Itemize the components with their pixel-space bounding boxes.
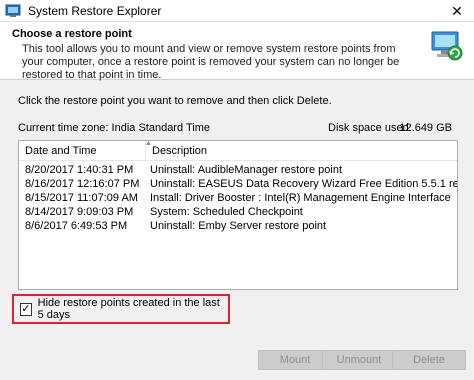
column-header-date-label: Date and Time: [25, 145, 97, 157]
restore-point-date: 8/15/2017 11:07:09 AM: [25, 192, 138, 204]
restore-point-date: 8/16/2017 12:16:07 PM: [25, 178, 140, 190]
list-header: Date and Time ▲ Description: [19, 140, 457, 161]
list-item[interactable]: 8/6/2017 6:49:53 PM Uninstall: Emby Serv…: [19, 219, 457, 233]
mount-button[interactable]: Mount: [258, 350, 332, 370]
restore-point-date: 8/6/2017 6:49:53 PM: [25, 220, 128, 232]
delete-button[interactable]: Delete: [392, 350, 466, 370]
hide-recent-highlight: ✓ Hide restore points created in the las…: [12, 294, 230, 324]
restore-points-list[interactable]: Date and Time ▲ Description 8/20/2017 1:…: [18, 140, 458, 290]
header-panel: Choose a restore point This tool allows …: [0, 22, 474, 81]
list-body: 8/20/2017 1:40:31 PM Uninstall: AudibleM…: [19, 161, 457, 233]
hide-recent-checkbox[interactable]: ✓: [20, 302, 32, 316]
timezone-label: Current time zone: India Standard Time: [18, 122, 210, 134]
column-header-description[interactable]: Description: [146, 141, 457, 161]
checkmark-icon: ✓: [21, 302, 31, 315]
unmount-button[interactable]: Unmount: [322, 350, 396, 370]
list-item[interactable]: 8/16/2017 12:16:07 PM Uninstall: EASEUS …: [19, 177, 457, 191]
restore-point-description: Install: Driver Booster : Intel(R) Manag…: [150, 192, 451, 204]
instruction-text: Click the restore point you want to remo…: [18, 95, 332, 107]
sort-arrow-icon: ▲: [145, 140, 152, 147]
list-item[interactable]: 8/14/2017 9:09:03 PM System: Scheduled C…: [19, 205, 457, 219]
restore-point-date: 8/20/2017 1:40:31 PM: [25, 164, 134, 176]
header-description: This tool allows you to mount and view o…: [22, 43, 400, 81]
restore-point-description: System: Scheduled Checkpoint: [150, 206, 303, 218]
list-item[interactable]: 8/20/2017 1:40:31 PM Uninstall: AudibleM…: [19, 163, 457, 177]
title-bar: System Restore Explorer ✕: [0, 0, 474, 22]
column-header-date[interactable]: Date and Time ▲: [19, 140, 152, 161]
hide-recent-label[interactable]: Hide restore points created in the last …: [38, 297, 228, 321]
computer-restore-icon: [428, 28, 464, 64]
column-header-description-label: Description: [152, 145, 208, 157]
restore-point-date: 8/14/2017 9:09:03 PM: [25, 206, 134, 218]
close-button[interactable]: ✕: [440, 0, 474, 22]
restore-point-description: Uninstall: EASEUS Data Recovery Wizard F…: [150, 178, 457, 190]
restore-app-icon: [5, 3, 21, 19]
header-title: Choose a restore point: [12, 28, 132, 40]
disk-space-value: 12.649 GB: [399, 122, 452, 134]
restore-point-description: Uninstall: AudibleManager restore point: [150, 164, 343, 176]
restore-point-description: Uninstall: Emby Server restore point: [150, 220, 327, 232]
window-title: System Restore Explorer: [28, 3, 162, 18]
list-item[interactable]: 8/15/2017 11:07:09 AM Install: Driver Bo…: [19, 191, 457, 205]
